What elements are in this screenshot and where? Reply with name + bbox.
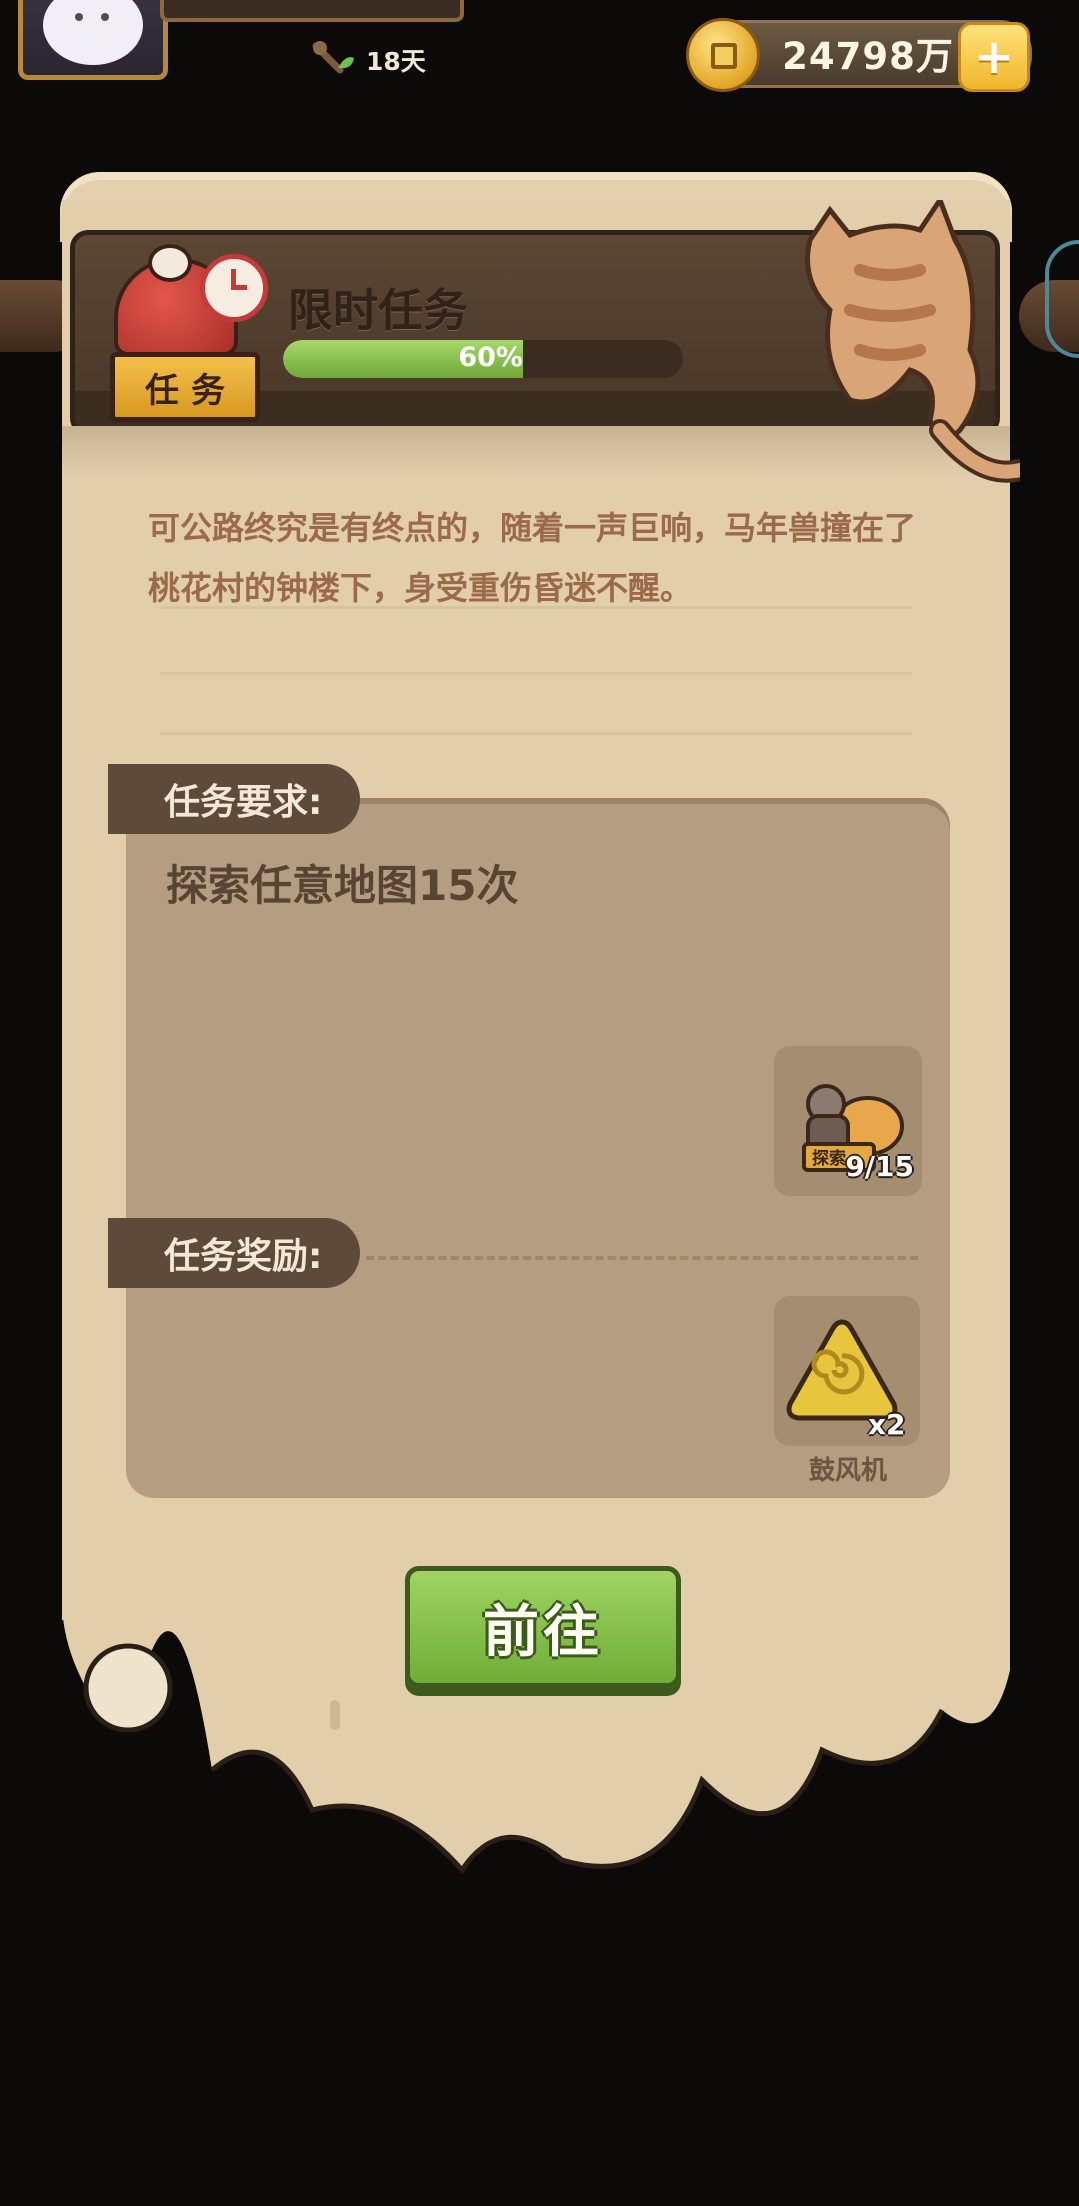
days-indicator: 18天 xyxy=(310,40,426,80)
avatar-face-icon xyxy=(43,0,143,65)
clock-icon xyxy=(200,254,268,322)
tabby-cat-icon xyxy=(805,200,1020,483)
task-badge: 任务 xyxy=(110,352,260,422)
sprout-icon xyxy=(312,41,354,74)
divider xyxy=(160,732,912,735)
player-name-bar xyxy=(160,0,464,22)
reward-item-name: 鼓风机 xyxy=(808,1456,887,1486)
coin-amount: 24798万 xyxy=(782,35,954,78)
task-badge-label: 任务 xyxy=(145,370,237,411)
days-count: 18天 xyxy=(366,47,426,76)
go-button[interactable]: 前往 xyxy=(405,1566,681,1688)
go-button-label: 前往 xyxy=(483,1599,603,1665)
task-icon-group: 任务 xyxy=(96,240,268,430)
task-progress-label: 60% xyxy=(458,342,523,373)
requirement-heading: 任务要求: xyxy=(164,782,323,823)
reward-quantity: x2 xyxy=(868,1408,906,1441)
reward-heading: 任务奖励: xyxy=(164,1236,323,1277)
requirement-heading-tab: 任务要求: xyxy=(108,764,360,834)
divider xyxy=(160,672,912,675)
explore-progress-count: 9/15 xyxy=(845,1150,914,1183)
dashed-divider xyxy=(366,1256,918,1260)
divider xyxy=(160,606,912,609)
requirement-text: 探索任意地图15次 xyxy=(166,861,519,910)
plus-icon: + xyxy=(973,29,1015,85)
task-title: 限时任务 xyxy=(288,284,469,337)
task-progress-bar: 60% xyxy=(283,340,683,378)
side-ring-icon xyxy=(1045,240,1079,358)
coin-icon xyxy=(686,18,760,92)
player-avatar[interactable] xyxy=(18,0,168,80)
add-coins-button[interactable]: + xyxy=(958,22,1030,92)
reward-heading-tab: 任务奖励: xyxy=(108,1218,360,1288)
task-story-text: 可公路终究是有终点的，随着一声巨响，马年兽撞在了桃花村的钟楼下，身受重伤昏迷不醒… xyxy=(148,509,917,607)
